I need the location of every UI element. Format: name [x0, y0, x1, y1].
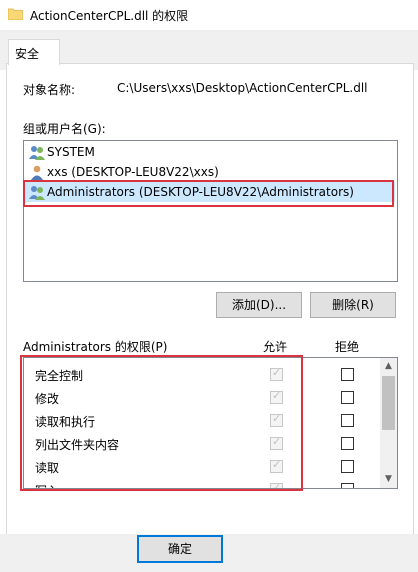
groups-listbox[interactable]: SYSTEM xxs (DESKTOP-LEU8V22\xxs) Adminis… [23, 140, 398, 282]
allow-header: 允许 [263, 340, 288, 354]
list-item-label: SYSTEM [47, 145, 95, 159]
deny-checkbox[interactable] [341, 437, 354, 450]
tab-security-label: 安全 [15, 47, 40, 61]
groups-label: 组或用户名(G): [23, 122, 106, 136]
highlight-box [23, 180, 394, 207]
ok-button[interactable]: 确定 [137, 535, 223, 563]
list-item[interactable]: xxs (DESKTOP-LEU8V22\xxs) [24, 162, 395, 182]
highlight-box [20, 355, 303, 491]
object-name-value: C:\Users\xxs\Desktop\ActionCenterCPL.dll [117, 81, 368, 95]
deny-checkbox[interactable] [341, 391, 354, 404]
scroll-down-icon[interactable]: ▼ [380, 471, 397, 488]
list-item-label: xxs (DESKTOP-LEU8V22\xxs) [47, 165, 219, 179]
permissions-scrollbar[interactable]: ▲ ▼ [380, 358, 397, 488]
object-name-label: 对象名称: [23, 83, 76, 97]
deny-checkbox[interactable] [341, 483, 354, 488]
list-item[interactable]: SYSTEM [24, 142, 395, 162]
tab-security[interactable]: 安全 [8, 39, 60, 65]
deny-checkbox[interactable] [341, 368, 354, 381]
deny-checkbox[interactable] [341, 414, 354, 427]
user-icon [31, 165, 43, 180]
add-button[interactable]: 添加(D)... [216, 292, 302, 318]
window-title: ActionCenterCPL.dll 的权限 [30, 9, 189, 23]
scroll-up-icon[interactable]: ▲ [380, 358, 397, 375]
deny-checkbox[interactable] [341, 460, 354, 473]
remove-button[interactable]: 删除(R) [310, 292, 396, 318]
users-group-icon [29, 146, 45, 160]
scroll-thumb[interactable] [382, 376, 395, 430]
deny-header: 拒绝 [335, 340, 360, 354]
folder-icon [8, 8, 23, 20]
permissions-title: Administrators 的权限(P) [23, 340, 168, 354]
